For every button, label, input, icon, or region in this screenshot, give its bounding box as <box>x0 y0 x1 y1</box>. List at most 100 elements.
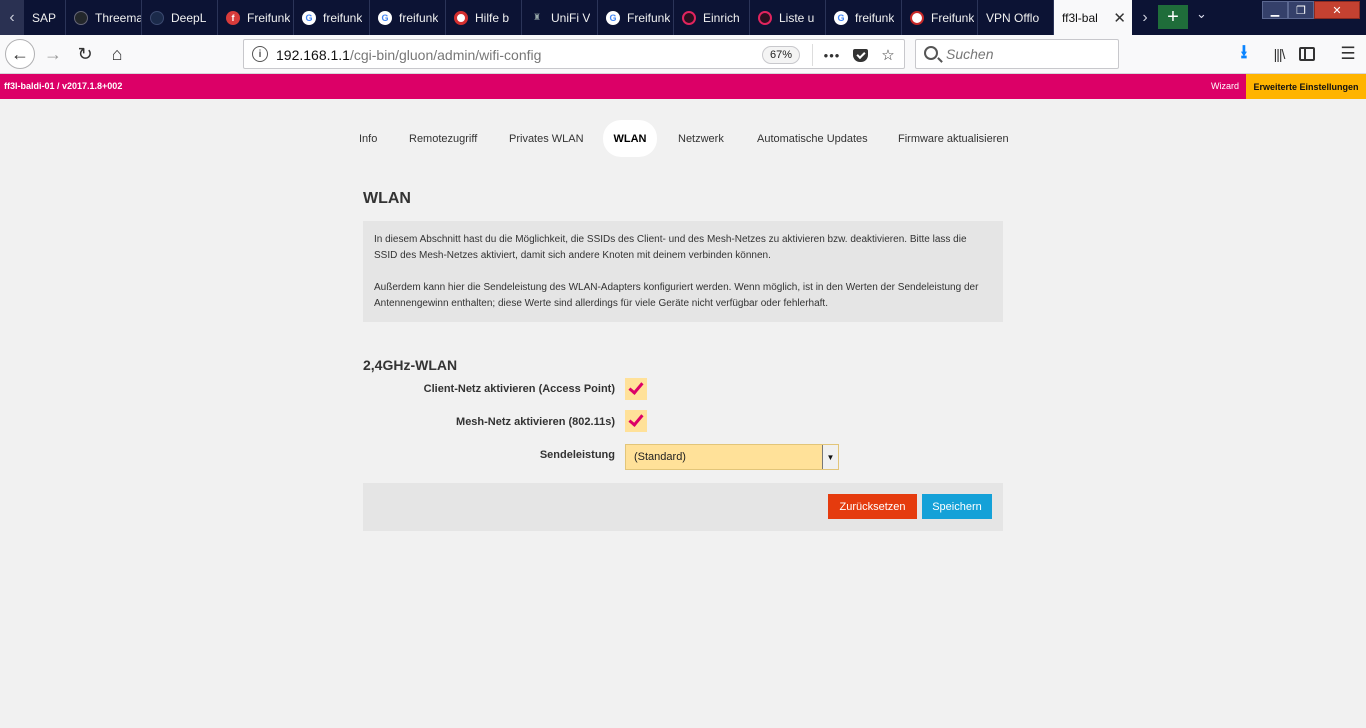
tab-scroll-left-button[interactable]: ‹ <box>0 0 24 35</box>
form-actions: Zurücksetzen Speichern <box>363 483 1003 531</box>
forward-icon[interactable]: → <box>38 39 68 69</box>
tab-label: VPN Offlo <box>986 10 1040 25</box>
browser-tab[interactable]: Threema <box>66 0 142 35</box>
reload-icon[interactable]: ↻ <box>70 39 100 69</box>
page-actions-icon[interactable]: ••• <box>822 45 842 65</box>
tab-label: Freifunk <box>627 10 671 25</box>
deepl-icon <box>150 10 164 25</box>
window-minimize-button[interactable]: ▁ <box>1262 1 1288 19</box>
gluon-header: ff3l-baldi-01 / v2017.1.8+002 Wizard Erw… <box>0 74 1366 99</box>
browser-tab-active[interactable]: ff3l-bal ✕ <box>1054 0 1132 35</box>
client-net-label: Client-Netz aktivieren (Access Point) <box>423 383 615 395</box>
checkmark-icon <box>628 411 644 427</box>
browser-tab[interactable]: SAP <box>24 0 66 35</box>
browser-tab[interactable]: f Freifunk <box>218 0 294 35</box>
search-input[interactable] <box>946 45 1111 63</box>
mesh-net-checkbox[interactable] <box>625 410 647 432</box>
tab-label: Threema <box>95 10 141 25</box>
tab-label: freifunk <box>323 10 363 25</box>
menu-item-netzwerk[interactable]: Netzwerk <box>667 120 735 157</box>
checkmark-icon <box>628 379 644 395</box>
tab-label: freifunk <box>855 10 895 25</box>
tab-label: UniFi V <box>551 10 591 25</box>
chevron-down-icon[interactable]: ⌄ <box>1196 6 1207 22</box>
download-icon[interactable]: ⭳ <box>1232 42 1256 66</box>
help-icon <box>454 10 468 25</box>
google-icon: G <box>378 10 392 25</box>
advanced-settings-link[interactable]: Erweiterte Einstellungen <box>1246 74 1366 99</box>
tab-label: Freifunk <box>931 10 975 25</box>
window-maximize-button[interactable]: ❐ <box>1288 1 1314 19</box>
tab-strip: ‹ SAP Threema DeepL f Freifunk G freifun… <box>0 0 1366 35</box>
hamburger-menu-icon[interactable]: ☰ <box>1336 42 1360 66</box>
search-bar[interactable] <box>915 39 1119 69</box>
reset-button[interactable]: Zurücksetzen <box>828 494 917 519</box>
close-tab-icon[interactable]: ✕ <box>1113 9 1126 27</box>
url-path: /cgi-bin/gluon/admin/wifi-config <box>349 47 542 63</box>
browser-tab[interactable]: G freifunk <box>370 0 446 35</box>
browser-tab[interactable]: G Freifunk <box>598 0 674 35</box>
freifunk-pink-icon <box>758 10 772 25</box>
shield-icon <box>910 10 924 25</box>
pocket-icon[interactable] <box>850 45 870 65</box>
browser-tab[interactable]: Hilfe b <box>446 0 522 35</box>
band-title: 2,4GHz-WLAN <box>363 357 458 373</box>
tab-label: SAP <box>32 10 57 25</box>
node-hostname: ff3l-baldi-01 / v2017.1.8+002 <box>4 81 123 91</box>
chevron-down-icon[interactable]: ▼ <box>822 445 838 469</box>
url-bar[interactable]: i 192.168.1.1/cgi-bin/gluon/admin/wifi-c… <box>243 39 905 69</box>
description-box: In diesem Abschnitt hast du die Möglichk… <box>363 221 1003 322</box>
browser-tab[interactable]: Freifunk <box>902 0 978 35</box>
library-icon[interactable]: |||\ <box>1267 42 1291 66</box>
new-tab-button[interactable]: + <box>1158 5 1188 29</box>
browser-tab[interactable]: ♜ UniFi V <box>522 0 598 35</box>
browser-tab[interactable]: G freifunk <box>294 0 370 35</box>
txpower-selected-value: (Standard) <box>634 451 686 463</box>
tab-scroll-right-button[interactable]: › <box>1133 0 1157 35</box>
txpower-label: Sendeleistung <box>539 449 615 461</box>
menu-item-firmware-aktualisieren[interactable]: Firmware aktualisieren <box>887 120 1020 157</box>
google-icon: G <box>834 10 848 25</box>
menu-item-automatische-updates[interactable]: Automatische Updates <box>746 120 879 157</box>
unifi-icon: ♜ <box>532 12 542 22</box>
tab-label: Freifunk <box>247 10 291 25</box>
url-host: 192.168.1.1 <box>276 47 350 63</box>
bookmark-star-icon[interactable]: ☆ <box>878 45 898 65</box>
google-icon: G <box>302 10 316 25</box>
navigation-toolbar: ← → ↻ ⌂ i 192.168.1.1/cgi-bin/gluon/admi… <box>0 35 1366 74</box>
wizard-link[interactable]: Wizard <box>1211 81 1239 91</box>
tab-label: ff3l-bal <box>1062 10 1098 25</box>
tab-label: Hilfe b <box>475 10 510 25</box>
github-icon <box>74 10 88 25</box>
url-text[interactable]: 192.168.1.1/cgi-bin/gluon/admin/wifi-con… <box>276 47 541 63</box>
zoom-level-badge[interactable]: 67% <box>762 46 801 64</box>
tab-label: freifunk <box>399 10 439 25</box>
url-divider <box>812 44 813 66</box>
browser-tab[interactable]: G freifunk <box>826 0 902 35</box>
page-title: WLAN <box>363 190 411 207</box>
client-net-checkbox[interactable] <box>625 378 647 400</box>
back-icon[interactable]: ← <box>5 39 35 69</box>
browser-tab[interactable]: Einrich <box>674 0 750 35</box>
menu-item-remotezugriff[interactable]: Remotezugriff <box>398 120 488 157</box>
google-icon: G <box>606 10 620 25</box>
site-info-icon[interactable]: i <box>252 46 268 62</box>
home-icon[interactable]: ⌂ <box>102 39 132 69</box>
description-paragraph: In diesem Abschnitt hast du die Möglichk… <box>374 234 967 261</box>
browser-tab[interactable]: DeepL <box>142 0 218 35</box>
tab-label: DeepL <box>171 10 207 25</box>
menu-item-info[interactable]: Info <box>348 120 388 157</box>
tab-label: Einrich <box>703 10 740 25</box>
mesh-net-label: Mesh-Netz aktivieren (802.11s) <box>456 416 615 428</box>
sidebar-icon[interactable] <box>1295 42 1319 66</box>
menu-item-privates-wlan[interactable]: Privates WLAN <box>498 120 595 157</box>
window-close-button[interactable]: ✕ <box>1314 1 1360 19</box>
tab-label: Liste u <box>779 10 815 25</box>
txpower-select[interactable]: (Standard) ▼ <box>625 444 839 470</box>
save-button[interactable]: Speichern <box>922 494 992 519</box>
browser-tab[interactable]: VPN Offlo <box>978 0 1054 35</box>
browser-tab[interactable]: Liste u <box>750 0 826 35</box>
search-icon <box>924 46 938 60</box>
freifunk-pink-icon <box>682 10 696 25</box>
menu-item-wlan[interactable]: WLAN <box>603 120 657 157</box>
